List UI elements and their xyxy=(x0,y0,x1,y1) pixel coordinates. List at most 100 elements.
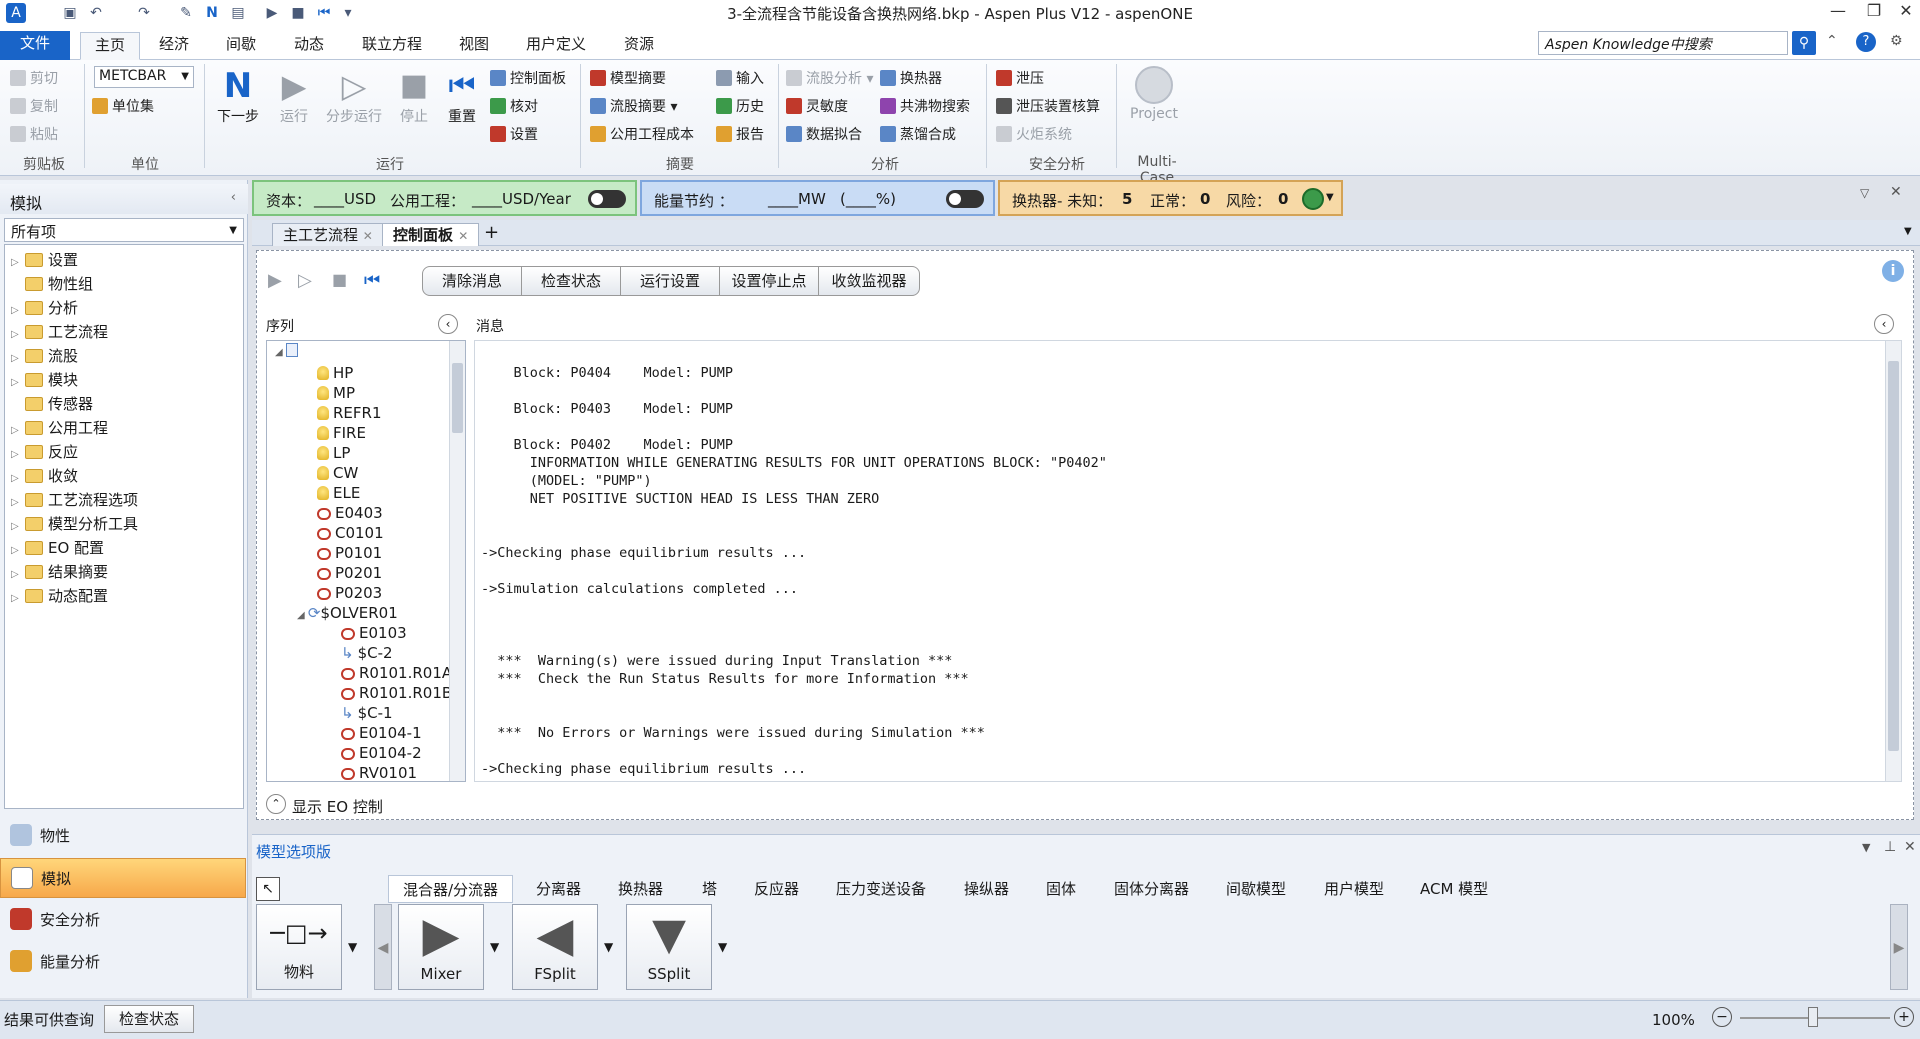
run-settings-button[interactable]: 运行设置 xyxy=(620,266,720,296)
zoom-thumb[interactable] xyxy=(1808,1007,1818,1027)
seq-item[interactable]: ↳ $C-1 xyxy=(341,703,393,723)
tab-resources[interactable]: 资源 xyxy=(610,32,668,60)
energy-toggle[interactable] xyxy=(946,190,984,208)
distill-synthesis-button[interactable]: 蒸馏合成 xyxy=(880,124,956,144)
expand-eo-icon[interactable]: ⌃ xyxy=(266,794,286,814)
close-button[interactable]: ✕ xyxy=(1888,0,1920,24)
clear-messages-button[interactable]: 清除消息 xyxy=(422,266,522,296)
hx-dropdown-icon[interactable]: ▼ xyxy=(1326,192,1334,203)
palette-item-fsplit[interactable]: ◀ FSplit xyxy=(512,904,598,990)
check-status-button[interactable]: 检查状态 xyxy=(104,1005,194,1033)
mixer-dropdown-icon[interactable]: ▼ xyxy=(490,940,499,954)
ssplit-dropdown-icon[interactable]: ▼ xyxy=(718,940,727,954)
seq-item[interactable]: RV0101 xyxy=(341,763,417,783)
tab-view[interactable]: 视图 xyxy=(445,32,503,60)
zoom-in-icon[interactable]: + xyxy=(1894,1007,1914,1027)
options-icon[interactable]: ⚙ xyxy=(1890,33,1903,49)
pin-icon[interactable]: ⊥ xyxy=(1884,839,1896,855)
scroll-thumb[interactable] xyxy=(1888,361,1899,751)
step-icon[interactable]: ▷ xyxy=(298,270,312,291)
tab-control-panel[interactable]: 控制面板 ✕ xyxy=(382,223,480,246)
relief-check-button[interactable]: 泄压装置核算 xyxy=(996,96,1100,116)
scroll-left-icon[interactable]: ◀ xyxy=(374,904,392,990)
set-stop-point-button[interactable]: 设置停止点 xyxy=(719,266,819,296)
flare-system-button[interactable]: 火炬系统 xyxy=(996,124,1072,144)
seq-item[interactable]: ↳ $C-2 xyxy=(341,643,393,663)
tab-batch[interactable]: 间歇 xyxy=(212,32,270,60)
palette-tab-manipulators[interactable]: 操纵器 xyxy=(964,875,1009,903)
stream-summary-button[interactable]: 流股摘要 ▾ xyxy=(590,96,677,116)
collapse-ribbon-icon[interactable]: ⌃ xyxy=(1826,33,1838,49)
palette-tab-columns[interactable]: 塔 xyxy=(702,875,717,903)
messages-scrollbar[interactable] xyxy=(1885,341,1901,781)
info-icon[interactable]: i xyxy=(1882,260,1904,282)
palette-tab-separators[interactable]: 分离器 xyxy=(536,875,581,903)
sensitivity-button[interactable]: 灵敏度 xyxy=(786,96,848,116)
tab-economics[interactable]: 经济 xyxy=(145,32,203,60)
seq-item[interactable]: E0104-1 xyxy=(341,723,422,743)
tree-item-utilities[interactable]: ▷ 公用工程 xyxy=(11,417,108,441)
tab-home[interactable]: 主页 xyxy=(80,32,141,60)
collapse-messages-icon[interactable]: ‹ xyxy=(1874,314,1894,334)
tree-item-reactions[interactable]: ▷ 反应 xyxy=(11,441,78,465)
seq-item[interactable]: LP xyxy=(317,443,350,463)
copy-button[interactable]: 复制 xyxy=(10,96,58,116)
control-panel-button[interactable]: 控制面板 xyxy=(490,68,566,88)
convergence-monitor-button[interactable]: 收敛监视器 xyxy=(818,266,920,296)
tree-item-flowsheet-options[interactable]: ▷ 工艺流程选项 xyxy=(11,489,138,513)
tree-item-results-summary[interactable]: ▷ 结果摘要 xyxy=(11,561,108,585)
seq-item[interactable]: MP xyxy=(317,383,355,403)
seq-item[interactable]: P0101 xyxy=(317,543,382,563)
seq-item[interactable]: C0101 xyxy=(317,523,384,543)
tree-filter-select[interactable]: 所有项 ▼ xyxy=(4,218,244,242)
collapse-sequence-icon[interactable]: ‹ xyxy=(438,314,458,334)
next-button[interactable]: N 下一步 xyxy=(212,66,264,126)
check-status-button[interactable]: 检查状态 xyxy=(521,266,621,296)
unit-set-select[interactable]: METCBAR ▼ xyxy=(94,66,194,88)
run-icon[interactable]: ▶ xyxy=(268,270,282,291)
show-eo-control-link[interactable]: 显示 EO 控制 xyxy=(292,796,383,817)
seq-item[interactable]: HP xyxy=(317,363,353,383)
history-button[interactable]: 历史 xyxy=(716,96,764,116)
tab-list-icon[interactable]: ▼ xyxy=(1904,226,1912,237)
nav-simulation[interactable]: 模拟 xyxy=(0,858,246,898)
seq-item[interactable]: P0203 xyxy=(317,583,382,603)
tree-item-dynamic-config[interactable]: ▷ 动态配置 xyxy=(11,585,108,609)
step-button[interactable]: ▷ 分步运行 xyxy=(320,66,388,126)
close-tab-icon[interactable]: ✕ xyxy=(458,229,468,243)
reset-icon[interactable]: ⏮ xyxy=(364,270,380,291)
tree-item-sensors[interactable]: 传感器 xyxy=(11,393,93,417)
palette-tab-solids-separators[interactable]: 固体分离器 xyxy=(1114,875,1189,903)
seq-item[interactable]: R0101.R01B xyxy=(341,683,452,703)
fsplit-dropdown-icon[interactable]: ▼ xyxy=(604,940,613,954)
tree-item-setup[interactable]: ▷ 设置 xyxy=(11,249,78,273)
exchanger-button[interactable]: 换热器 xyxy=(880,68,942,88)
model-summary-button[interactable]: 模型摘要 xyxy=(590,68,666,88)
material-dropdown-icon[interactable]: ▼ xyxy=(348,940,357,954)
tab-main-flowsheet[interactable]: 主工艺流程 ✕ xyxy=(272,223,384,246)
tree-item-eo-config[interactable]: ▷ EO 配置 xyxy=(11,537,104,561)
tab-equation-oriented[interactable]: 联立方程 xyxy=(348,32,436,60)
palette-tab-pressure-changers[interactable]: 压力变送设备 xyxy=(836,875,926,903)
palette-tab-solids[interactable]: 固体 xyxy=(1046,875,1076,903)
stop-button[interactable]: ■ 停止 xyxy=(394,66,434,126)
project-button[interactable]: Project xyxy=(1126,66,1182,122)
tree-item-streams[interactable]: ▷ 流股 xyxy=(11,345,78,369)
close-icon[interactable]: ✕ xyxy=(1904,839,1916,855)
data-fit-button[interactable]: 数据拟合 xyxy=(786,124,862,144)
root-toggle[interactable]: ◢ xyxy=(275,343,298,363)
palette-tab-acm-models[interactable]: ACM 模型 xyxy=(1420,875,1488,903)
tab-customize[interactable]: 用户定义 xyxy=(512,32,600,60)
search-icon[interactable]: ⚲ xyxy=(1792,31,1816,55)
close-icon[interactable]: ✕ xyxy=(1890,184,1902,200)
tree-item-blocks[interactable]: ▷ 模块 xyxy=(11,369,78,393)
palette-tab-mixers-splitters[interactable]: 混合器/分流器 xyxy=(388,875,514,903)
hx-status-icon[interactable] xyxy=(1302,188,1324,210)
seq-item[interactable]: ELE xyxy=(317,483,360,503)
chevron-down-icon[interactable]: ▽ xyxy=(1860,186,1869,200)
seq-item[interactable]: REFR1 xyxy=(317,403,382,423)
scroll-right-icon[interactable]: ▶ xyxy=(1890,904,1908,990)
palette-tab-batch-models[interactable]: 间歇模型 xyxy=(1226,875,1286,903)
seq-item[interactable]: P0201 xyxy=(317,563,382,583)
seq-item[interactable]: E0403 xyxy=(317,503,383,523)
